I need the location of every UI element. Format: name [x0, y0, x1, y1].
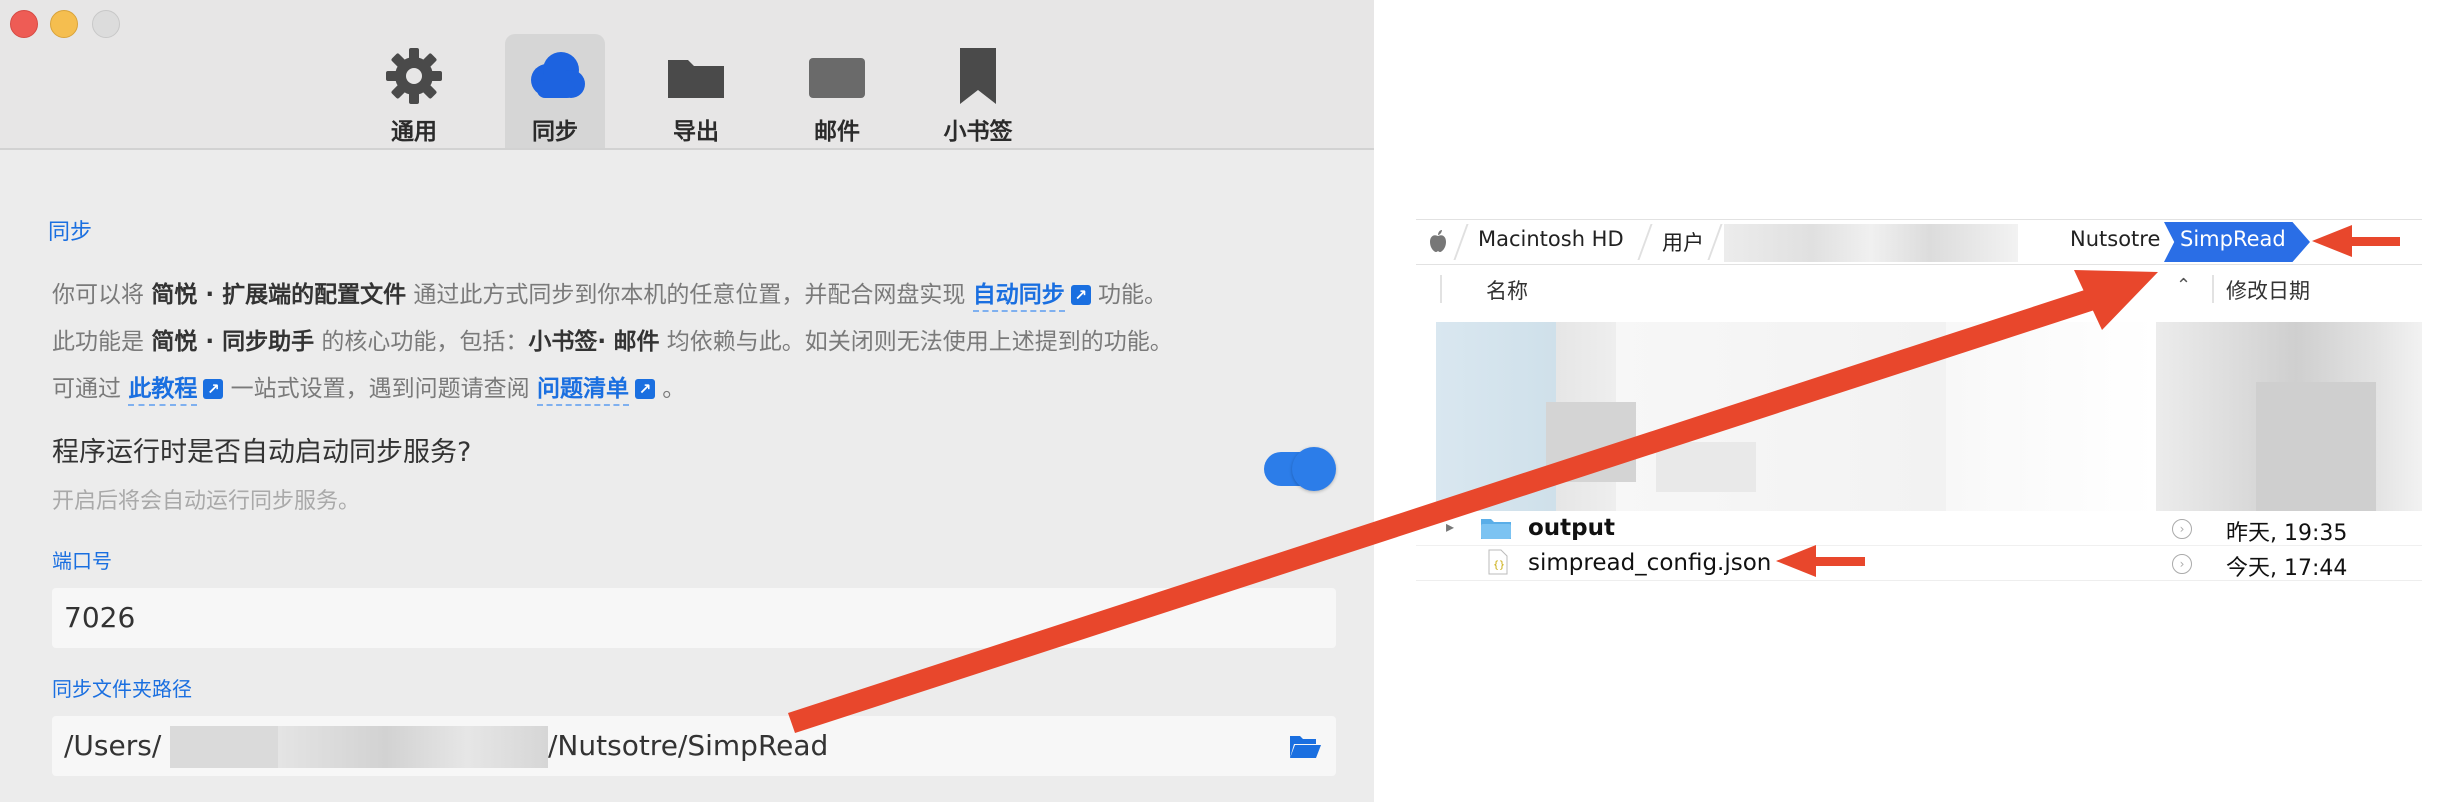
arrow-head-breadcrumb — [2312, 225, 2352, 257]
arrow-shaft-long — [788, 283, 2113, 733]
annotation-arrows — [788, 225, 2400, 733]
arrow-head-json — [1776, 545, 1816, 577]
